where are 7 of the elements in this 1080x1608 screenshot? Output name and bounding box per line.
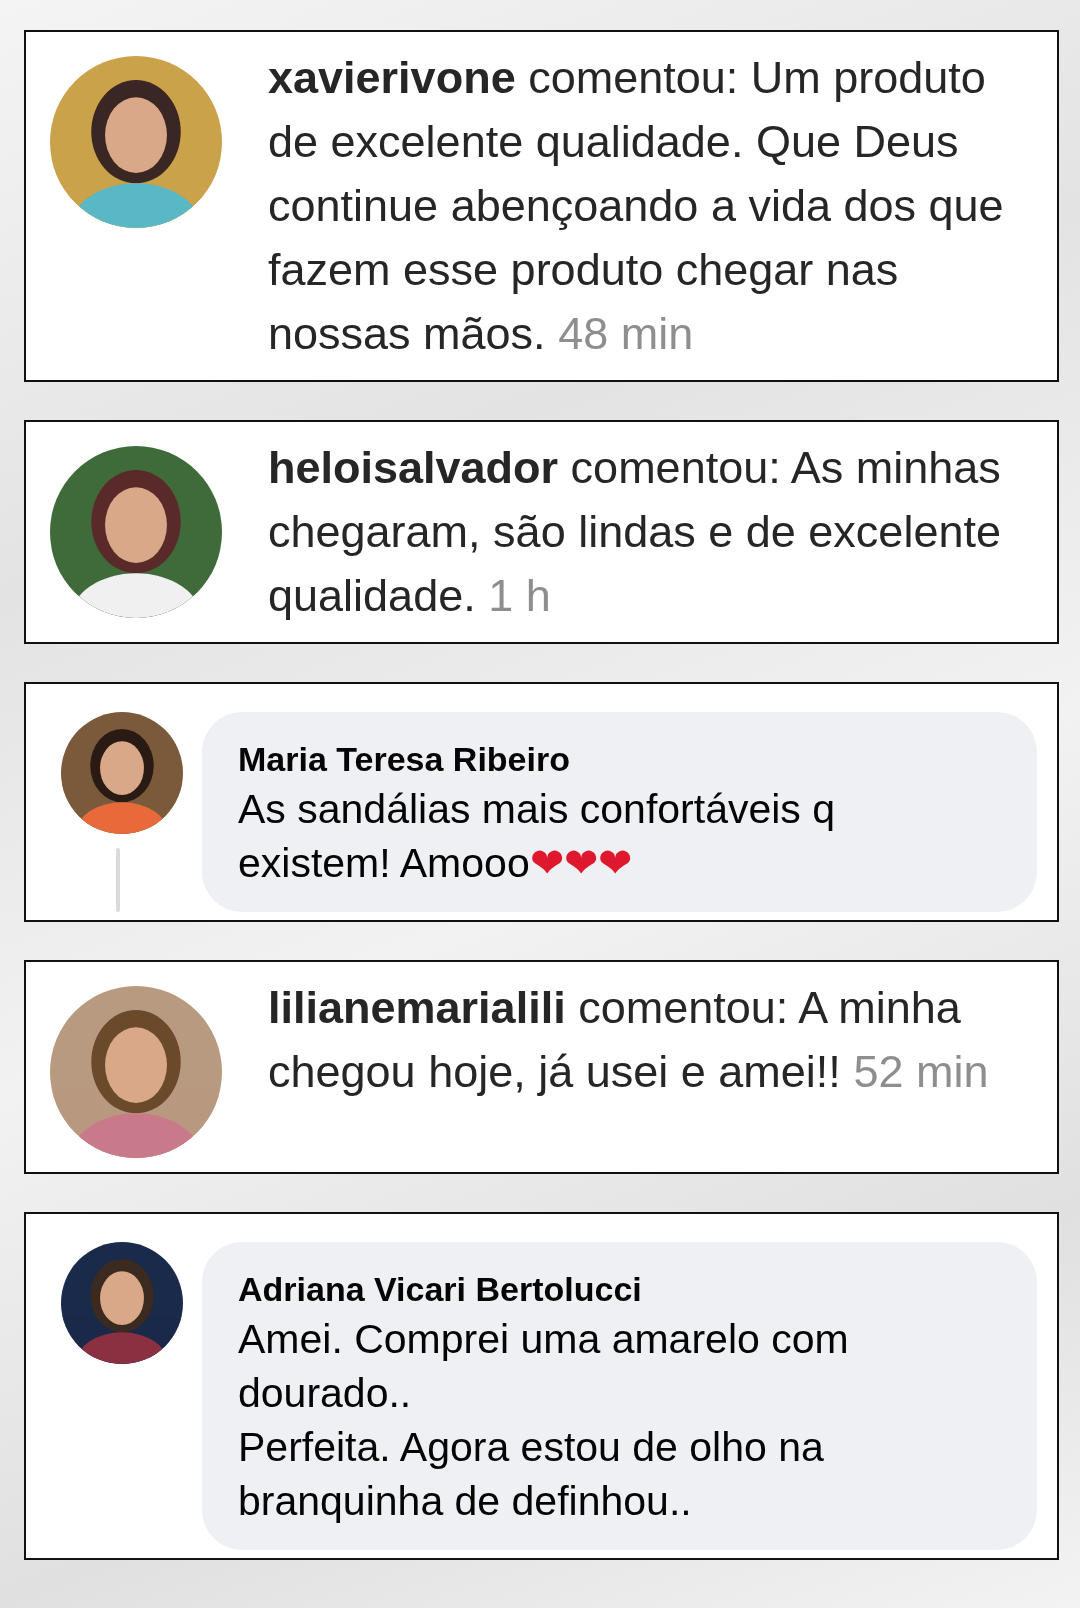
comment-text: xavierivone comentou: Um produto de excelente qualidade. Que Deus continue abençoando a vida dos que fazem esse produto chegar nas nossas mãos. 48 min (268, 51, 1005, 361)
author-name: Maria Teresa Ribeiro (238, 739, 571, 780)
author-name: Adriana Vicari Bertolucci (238, 1269, 643, 1310)
comment-text: heloisalvador comentou: As minhas chegaram, são lindas e de excelente qualidade. 1 h (268, 441, 1002, 623)
comment-text: Amei. Comprei uma amarelo com dourado.. Perfeita. Agora estou de olho na branquinha de definhou.. (238, 1315, 850, 1526)
comment-text: As sandálias mais confortáveis q existem! Amooo❤❤❤ (238, 785, 837, 888)
comment-text: lilianemarialili comentou: A minha chegou hoje, já usei e amei!! 52 min (268, 981, 990, 1099)
